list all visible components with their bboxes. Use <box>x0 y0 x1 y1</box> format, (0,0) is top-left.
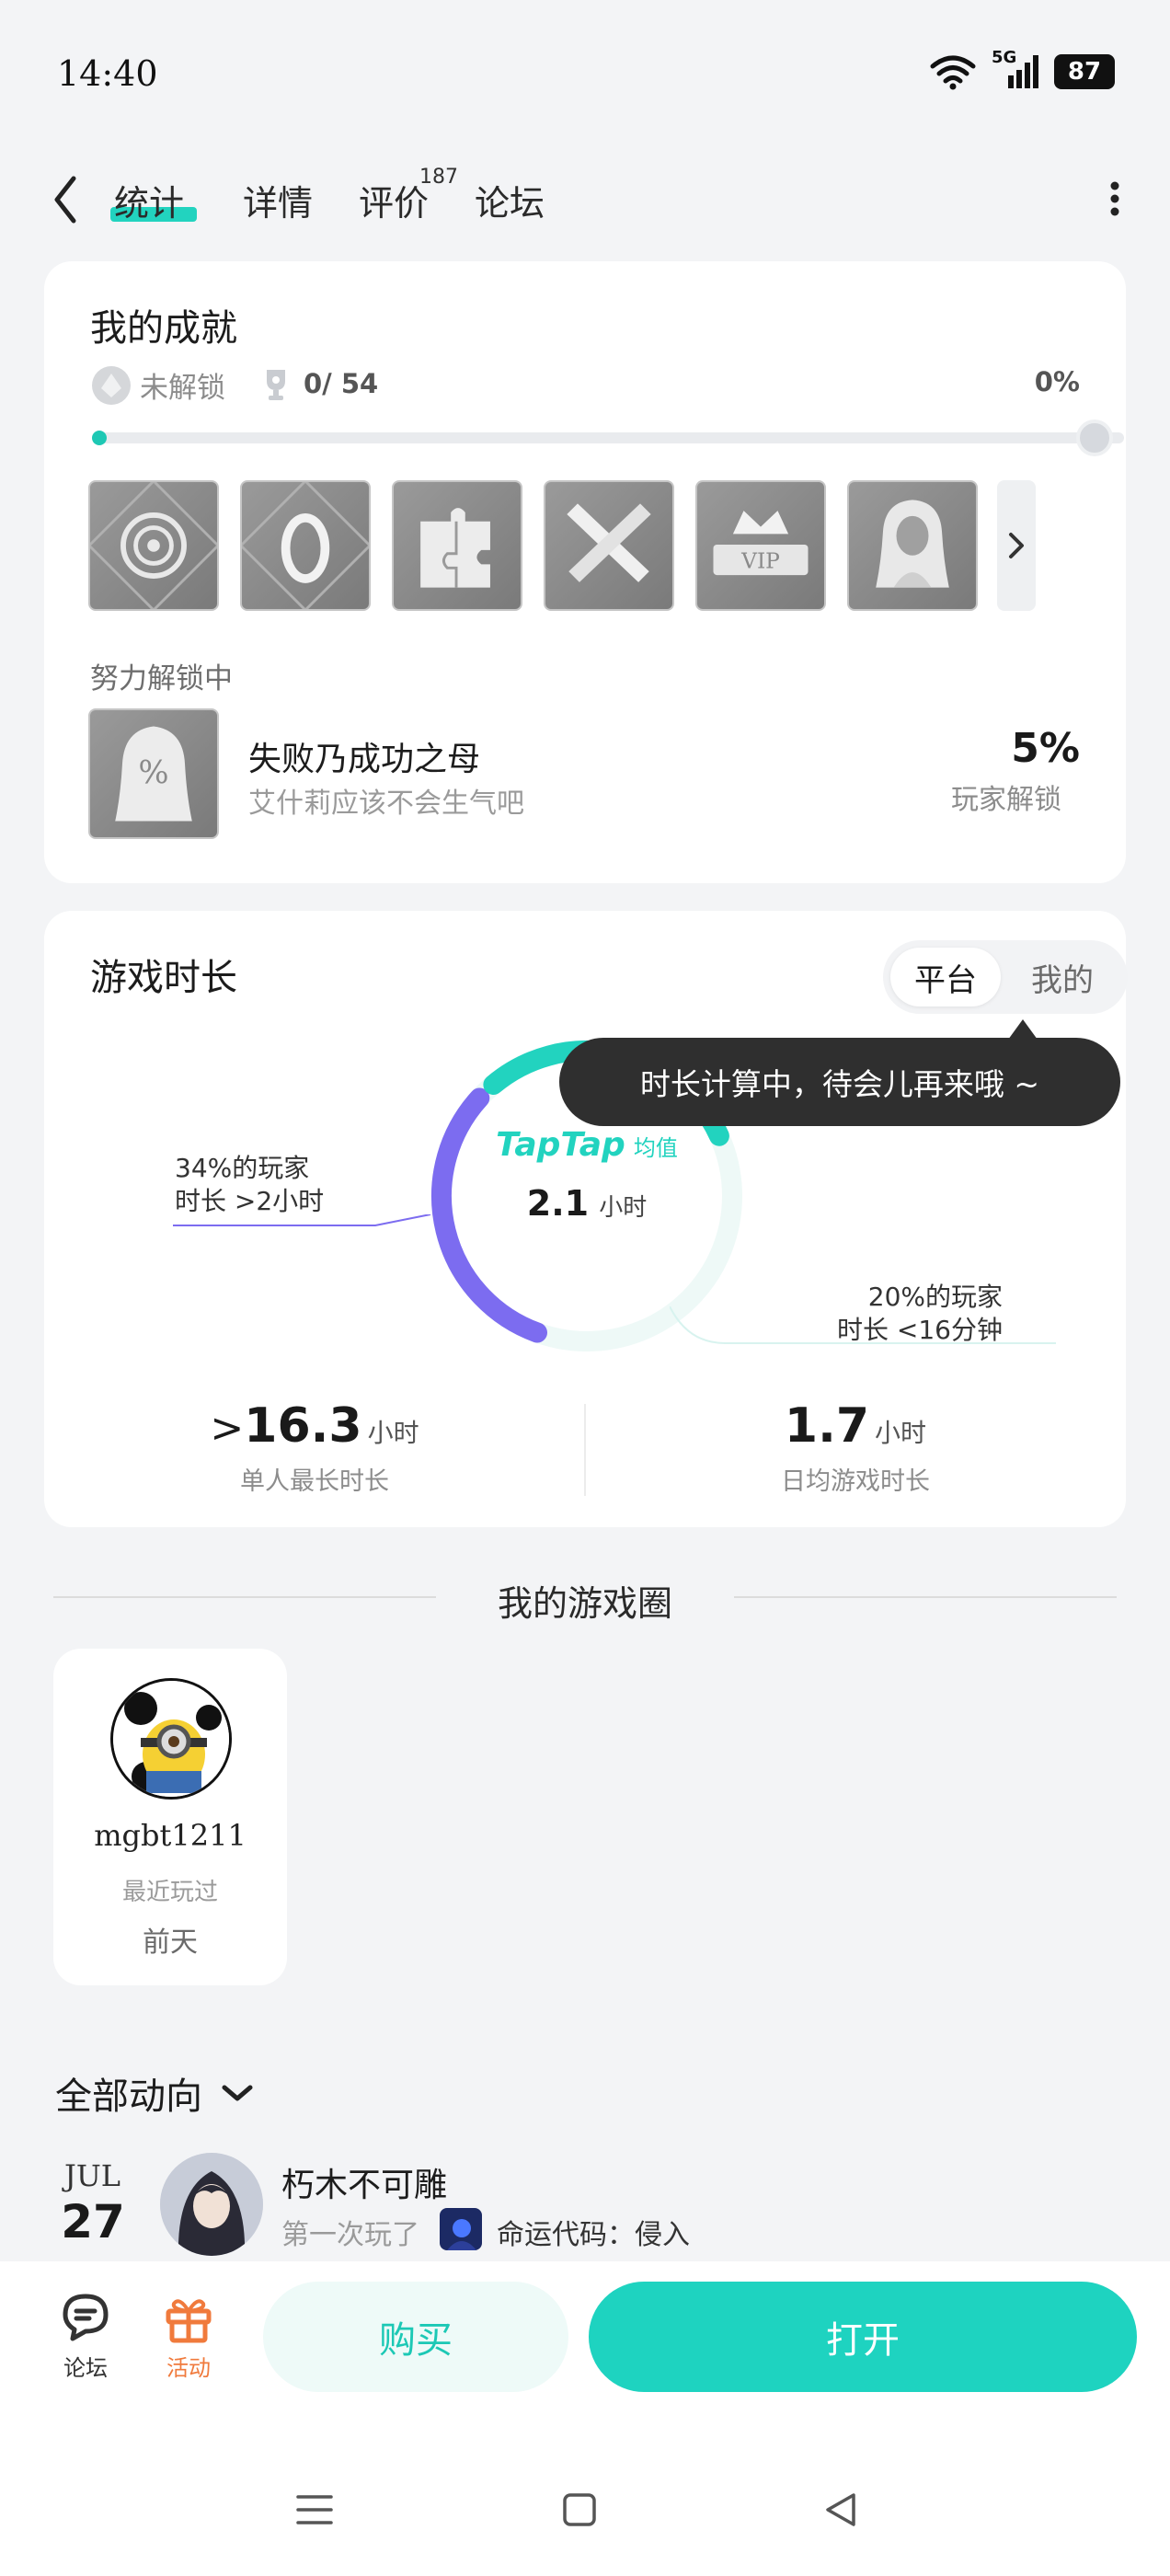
current-achievement-icon[interactable]: % <box>88 708 219 839</box>
tab-details[interactable]: 详情 <box>243 175 313 225</box>
max-single-unit: 小时 <box>367 1418 419 1448</box>
activity-button[interactable]: 活动 <box>155 2291 223 2382</box>
status-icons: 5G 87 <box>929 48 1115 90</box>
friend-name: mgbt1211 <box>94 1818 247 1853</box>
tab-reviews[interactable]: 评价 <box>359 175 429 225</box>
wifi-icon <box>930 55 976 90</box>
open-button[interactable]: 打开 <box>589 2282 1137 2392</box>
vip-crown-badge-icon[interactable]: VIP <box>695 480 826 611</box>
activity-filter-label: 全部动向 <box>55 2076 202 2118</box>
achievements-title: 我的成就 <box>90 307 237 350</box>
badges-next-button[interactable] <box>997 480 1036 611</box>
daily-avg-value: 1.7 <box>784 1398 870 1454</box>
daily-avg-stat: 1.7 小时 <box>585 1398 1126 1454</box>
circle-title: 我的游戏圈 <box>497 1583 672 1624</box>
in-progress-label: 努力解锁中 <box>90 662 233 696</box>
status-time: 14:40 <box>57 53 158 94</box>
review-count-badge: 187 <box>419 166 458 189</box>
bottom-action-bar: 论坛 活动 购买 打开 <box>0 2261 1170 2576</box>
buy-button[interactable]: 购买 <box>263 2282 568 2392</box>
unlocked-label: 未解锁 <box>140 372 225 405</box>
daily-avg-label: 日均游戏时长 <box>781 1467 930 1496</box>
max-single-label: 单人最长时长 <box>240 1467 389 1496</box>
zero-badge-icon[interactable] <box>240 480 371 611</box>
back-icon[interactable] <box>46 173 92 226</box>
friend-when: 前天 <box>143 1926 198 1959</box>
activity-month: JUL <box>64 2158 121 2193</box>
activity-action: 第一次玩了 <box>281 2219 419 2251</box>
annotation-long-detail: 时长 >2小时 <box>175 1186 325 1216</box>
annotation-long-percent: 34%的玩家 <box>175 1153 310 1183</box>
avatar[interactable] <box>110 1678 232 1800</box>
puzzle-badge-icon[interactable] <box>392 480 522 611</box>
svg-text:VIP: VIP <box>740 548 780 573</box>
system-menu-icon[interactable] <box>294 2491 335 2528</box>
system-back-icon[interactable] <box>822 2491 859 2528</box>
current-achievement-percent: 5% <box>1011 725 1080 772</box>
taptap-logo: TapTap <box>496 1126 625 1164</box>
activity-label: 活动 <box>166 2355 211 2381</box>
tab-stats[interactable]: 统计 <box>114 175 184 225</box>
progress-end-icon <box>1076 420 1113 456</box>
current-achievement-description: 艾什莉应该不会生气吧 <box>248 788 524 820</box>
achievement-progress-fill <box>92 431 107 445</box>
playtime-card: 游戏时长 平台 我的 TapTap 均值 2.1 小时 34%的玩家 时长 >2… <box>44 911 1128 1527</box>
avg-unit: 小时 <box>599 1194 648 1222</box>
max-single-prefix: > <box>210 1405 245 1452</box>
more-options-icon[interactable] <box>1106 173 1124 224</box>
forum-label: 论坛 <box>63 2355 108 2381</box>
annotation-long-leader <box>173 1214 431 1226</box>
locked-icon <box>90 364 132 407</box>
tooltip-arrow <box>1008 1019 1038 1040</box>
current-achievement-name: 失败乃成功之母 <box>248 741 481 778</box>
achievement-percent: 0% <box>1034 366 1080 397</box>
achievements-card: 我的成就 未解锁 0/ 54 0% VIP 努力解锁中 % 失败乃成功之母 艾什… <box>44 261 1126 883</box>
playtime-tooltip: 时长计算中，待会儿再来哦 ~ <box>559 1038 1120 1126</box>
battery-icon: 87 <box>1054 54 1115 89</box>
friend-status: 最近玩过 <box>121 1879 218 1906</box>
avg-label: 均值 <box>633 1135 678 1161</box>
game-icon <box>440 2208 482 2250</box>
playtime-toggle: 平台 我的 <box>883 940 1128 1014</box>
activity-game-name[interactable]: 命运代码：侵入 <box>497 2212 690 2252</box>
toggle-platform[interactable]: 平台 <box>890 948 1001 1006</box>
current-achievement-percent-label: 玩家解锁 <box>951 784 1061 816</box>
max-single-value: 16.3 <box>244 1398 362 1454</box>
character-badge-icon[interactable] <box>847 480 978 611</box>
top-nav: 统计 详情 评价 187 论坛 <box>0 166 1170 230</box>
svg-text:%: % <box>138 755 168 792</box>
friend-card[interactable]: mgbt1211 最近玩过 前天 <box>53 1649 287 1985</box>
toggle-mine[interactable]: 我的 <box>1004 948 1120 1006</box>
achievement-progress-track <box>96 432 1124 443</box>
gift-icon <box>166 2299 212 2343</box>
forum-button[interactable]: 论坛 <box>52 2291 120 2382</box>
annotation-long-players: 34%的玩家 时长 >2小时 <box>175 1152 324 1218</box>
annotation-short-leader <box>670 1306 1056 1344</box>
donut-brand: TapTap 均值 <box>495 1126 679 1164</box>
crossed-arms-badge-icon[interactable] <box>544 480 674 611</box>
system-home-icon[interactable] <box>561 2491 598 2528</box>
activity-user-name[interactable]: 朽木不可雕 <box>281 2158 447 2206</box>
chevron-down-icon <box>222 2085 253 2101</box>
circle-divider-left <box>53 1596 436 1598</box>
activity-day: 27 <box>61 2195 125 2248</box>
donut-center-value: 2.1 小时 <box>495 1183 679 1224</box>
forum-icon <box>63 2294 109 2341</box>
target-badge-icon[interactable] <box>88 480 219 611</box>
chevron-right-icon <box>1009 533 1024 558</box>
anime-avatar-icon <box>160 2153 263 2256</box>
circle-divider-right <box>734 1596 1117 1598</box>
tab-forum[interactable]: 论坛 <box>475 175 545 225</box>
minion-avatar-icon <box>113 1681 229 1797</box>
avg-value: 2.1 <box>526 1183 590 1224</box>
max-single-stat: >16.3 小时 <box>44 1398 585 1454</box>
trophy-count: 0/ 54 <box>304 368 379 399</box>
trophy-icon <box>267 370 285 400</box>
signal-icon: 5G <box>992 48 1039 90</box>
daily-avg-unit: 小时 <box>875 1418 927 1448</box>
activity-filter[interactable]: 全部动向 <box>55 2066 256 2120</box>
playtime-title: 游戏时长 <box>90 957 237 999</box>
activity-user-avatar[interactable] <box>160 2153 263 2256</box>
